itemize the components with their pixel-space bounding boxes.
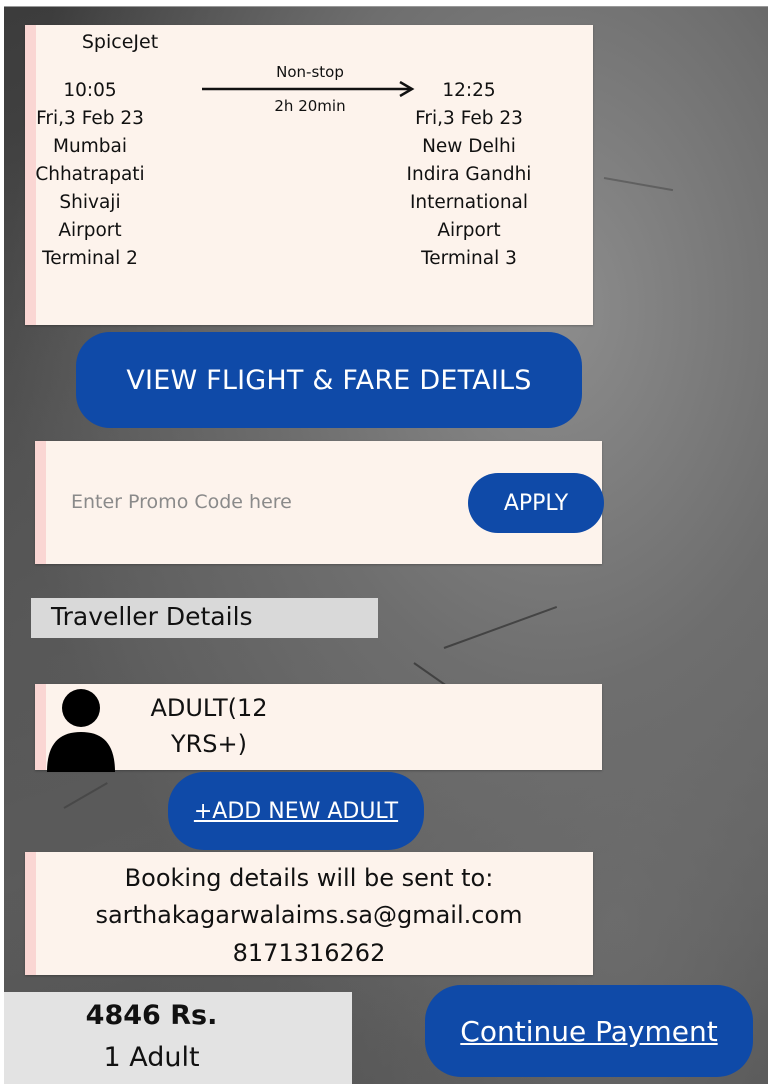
stops-label: Non-stop [276,63,344,81]
arrival-info: 12:25 Fri,3 Feb 23 New Delhi Indira Gand… [397,77,541,273]
background-panel: SpiceJet 10:05 Fri,3 Feb 23 Mumbai Chhat… [4,6,768,1084]
traveller-details-header: Traveller Details [31,598,378,638]
add-new-adult-button[interactable]: +ADD NEW ADULT [168,772,424,850]
person-avatar-icon [47,689,115,772]
adult-label-line: ADULT(12 [150,694,268,722]
apply-promo-button[interactable]: APPLY [468,473,604,533]
texture-crack [603,177,674,192]
total-price: 4846 Rs. [85,1000,218,1031]
contact-email: sarthakagarwalaims.sa@gmail.com [95,901,523,929]
booking-details-card: Booking details will be sent to: sarthak… [25,852,593,975]
price-summary-box: 4846 Rs. 1 Adult [4,992,352,1084]
flight-direction-arrow-icon [202,81,415,97]
view-flight-fare-details-button[interactable]: VIEW FLIGHT & FARE DETAILS [76,332,582,428]
texture-crack [443,606,558,649]
departure-info: 10:05 Fri,3 Feb 23 Mumbai Chhatrapati Sh… [25,77,155,273]
departure-terminal: Terminal 2 [42,248,138,269]
departure-date: Fri,3 Feb 23 [36,108,144,129]
flight-summary-card: SpiceJet 10:05 Fri,3 Feb 23 Mumbai Chhat… [25,25,593,325]
arrival-date: Fri,3 Feb 23 [415,108,523,129]
booking-details-heading: Booking details will be sent to: [124,864,494,892]
airline-name: SpiceJet [81,31,159,53]
card-accent-stripe [35,441,46,564]
adult-traveller-card[interactable]: ADULT(12 YRS+) [35,684,602,772]
arrival-airport-line: International [409,192,529,213]
arrival-airport-line: Airport [437,220,501,241]
departure-airport-line: Airport [58,220,122,241]
promo-code-input[interactable]: Enter Promo Code here [71,491,371,513]
departure-city: Mumbai [53,136,127,157]
departure-time: 10:05 [63,80,117,101]
flight-duration: 2h 20min [274,97,346,115]
adult-label-line: YRS+) [170,730,248,758]
arrival-city: New Delhi [422,136,516,157]
arrival-time: 12:25 [442,80,496,101]
texture-crack [63,782,108,809]
arrival-terminal: Terminal 3 [421,248,517,269]
arrival-airport-line: Indira Gandhi [406,164,532,185]
departure-airport-line: Chhatrapati [35,164,145,185]
departure-airport-line: Shivaji [59,192,121,213]
contact-phone: 8171316262 [232,939,386,967]
passenger-count: 1 Adult [103,1042,200,1073]
traveller-details-title: Traveller Details [51,602,253,631]
continue-payment-button[interactable]: Continue Payment [425,985,753,1077]
